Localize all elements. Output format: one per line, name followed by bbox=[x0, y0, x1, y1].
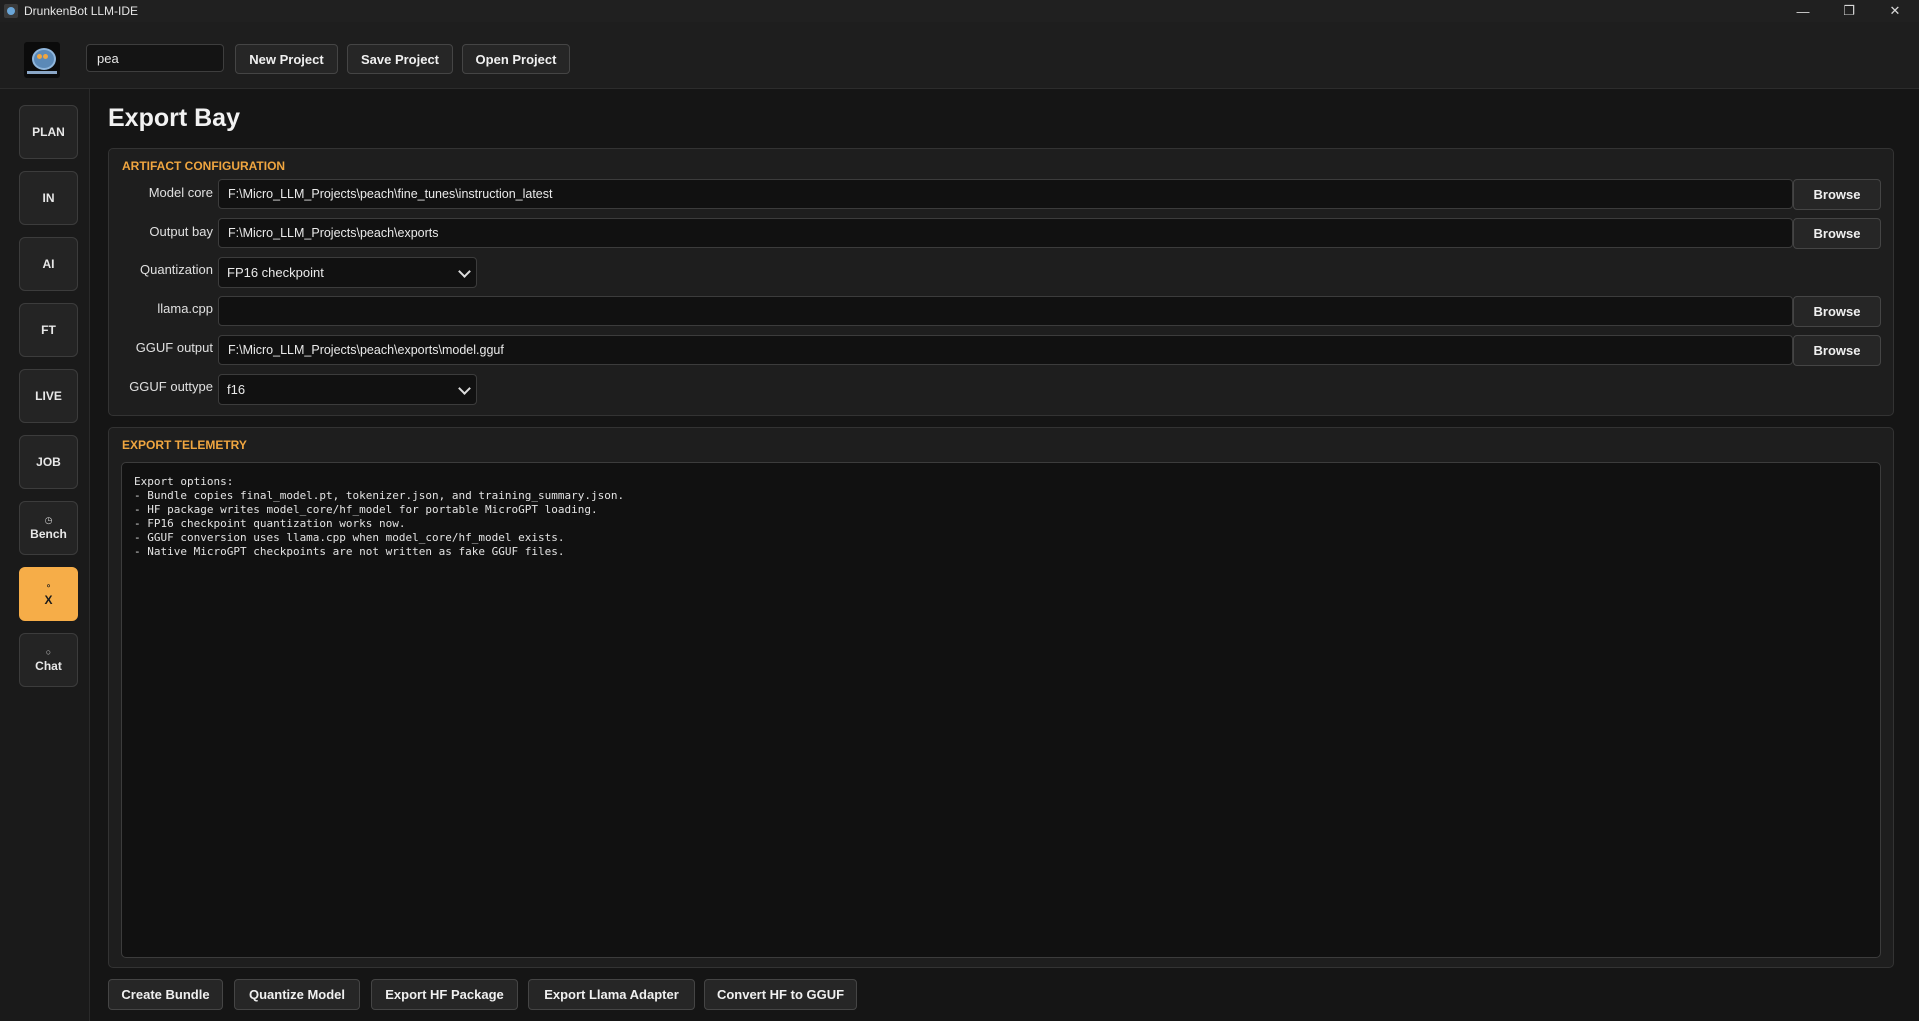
chevron-down-icon bbox=[458, 265, 471, 278]
sidebar-item-plan[interactable]: PLAN bbox=[19, 105, 78, 159]
gguf-outtype-select[interactable]: f16 bbox=[218, 374, 477, 405]
minimize-icon[interactable]: — bbox=[1780, 0, 1826, 22]
window-title: DrunkenBot LLM-IDE bbox=[24, 4, 139, 18]
export-hf-package-button[interactable]: Export HF Package bbox=[371, 979, 518, 1010]
sidebar-item-bench[interactable]: ◷ Bench bbox=[19, 501, 78, 555]
chat-icon: ○ bbox=[45, 646, 52, 657]
artifact-configuration-panel: ARTIFACT CONFIGURATION Model core F:\Mic… bbox=[108, 148, 1894, 416]
sidebar: PLAN IN AI FT LIVE JOB ◷ Bench ⚬ X ○ Cha… bbox=[0, 89, 90, 1021]
export-llama-adapter-button[interactable]: Export Llama Adapter bbox=[528, 979, 695, 1010]
model-core-browse-button[interactable]: Browse bbox=[1793, 179, 1881, 210]
title-bar: DrunkenBot LLM-IDE bbox=[0, 0, 1919, 22]
model-core-input[interactable]: F:\Micro_LLM_Projects\peach\fine_tunes\i… bbox=[218, 179, 1793, 209]
chevron-down-icon bbox=[458, 382, 471, 395]
quantization-label: Quantization bbox=[140, 262, 213, 277]
section-title: ARTIFACT CONFIGURATION bbox=[122, 159, 286, 173]
sidebar-item-in[interactable]: IN bbox=[19, 171, 78, 225]
llama-cpp-input[interactable] bbox=[218, 296, 1793, 326]
section-title: EXPORT TELEMETRY bbox=[122, 438, 247, 452]
gguf-output-input[interactable]: F:\Micro_LLM_Projects\peach\exports\mode… bbox=[218, 335, 1793, 365]
sidebar-item-label: AI bbox=[42, 257, 55, 271]
open-project-button[interactable]: Open Project bbox=[462, 44, 570, 74]
model-core-label: Model core bbox=[148, 185, 213, 200]
create-bundle-button[interactable]: Create Bundle bbox=[108, 979, 223, 1010]
maximize-icon[interactable]: ❐ bbox=[1826, 0, 1872, 22]
sidebar-item-ai[interactable]: AI bbox=[19, 237, 78, 291]
gguf-outtype-value: f16 bbox=[227, 382, 246, 397]
save-project-button[interactable]: Save Project bbox=[347, 44, 453, 74]
new-project-button[interactable]: New Project bbox=[235, 44, 338, 74]
telemetry-log[interactable]: Export options: - Bundle copies final_mo… bbox=[121, 462, 1881, 958]
gguf-outtype-label: GGUF outtype bbox=[129, 379, 213, 394]
gguf-output-label: GGUF output bbox=[135, 340, 213, 355]
close-icon[interactable]: ✕ bbox=[1872, 0, 1918, 22]
quantization-value: FP16 checkpoint bbox=[227, 265, 324, 280]
sidebar-item-ft[interactable]: FT bbox=[19, 303, 78, 357]
output-bay-label: Output bay bbox=[149, 224, 213, 239]
app-icon bbox=[4, 4, 18, 18]
output-bay-input[interactable]: F:\Micro_LLM_Projects\peach\exports bbox=[218, 218, 1793, 248]
project-name-input[interactable] bbox=[86, 44, 224, 72]
sidebar-item-job[interactable]: JOB bbox=[19, 435, 78, 489]
top-toolbar: New Project Save Project Open Project bbox=[0, 22, 1919, 89]
app-logo bbox=[24, 42, 60, 78]
page-title: Export Bay bbox=[108, 104, 240, 132]
sidebar-item-label: Bench bbox=[30, 526, 67, 541]
convert-hf-to-gguf-button[interactable]: Convert HF to GGUF bbox=[704, 979, 857, 1010]
quantize-model-button[interactable]: Quantize Model bbox=[234, 979, 360, 1010]
sidebar-item-label: FT bbox=[41, 323, 56, 337]
sidebar-item-label: LIVE bbox=[35, 389, 62, 403]
sidebar-item-label: PLAN bbox=[32, 125, 65, 139]
output-bay-browse-button[interactable]: Browse bbox=[1793, 218, 1881, 249]
gguf-output-browse-button[interactable]: Browse bbox=[1793, 335, 1881, 366]
sidebar-item-chat[interactable]: ○ Chat bbox=[19, 633, 78, 687]
sidebar-item-label: X bbox=[44, 592, 53, 607]
export-icon: ⚬ bbox=[44, 580, 53, 591]
sidebar-item-label: IN bbox=[42, 191, 55, 205]
quantization-select[interactable]: FP16 checkpoint bbox=[218, 257, 477, 288]
sidebar-item-live[interactable]: LIVE bbox=[19, 369, 78, 423]
llama-cpp-label: llama.cpp bbox=[157, 301, 213, 316]
llama-cpp-browse-button[interactable]: Browse bbox=[1793, 296, 1881, 327]
sidebar-item-label: Chat bbox=[35, 658, 62, 673]
export-telemetry-panel: EXPORT TELEMETRY Export options: - Bundl… bbox=[108, 427, 1894, 968]
sidebar-item-label: JOB bbox=[36, 455, 61, 469]
stopwatch-icon: ◷ bbox=[44, 514, 53, 525]
sidebar-item-export[interactable]: ⚬ X bbox=[19, 567, 78, 621]
